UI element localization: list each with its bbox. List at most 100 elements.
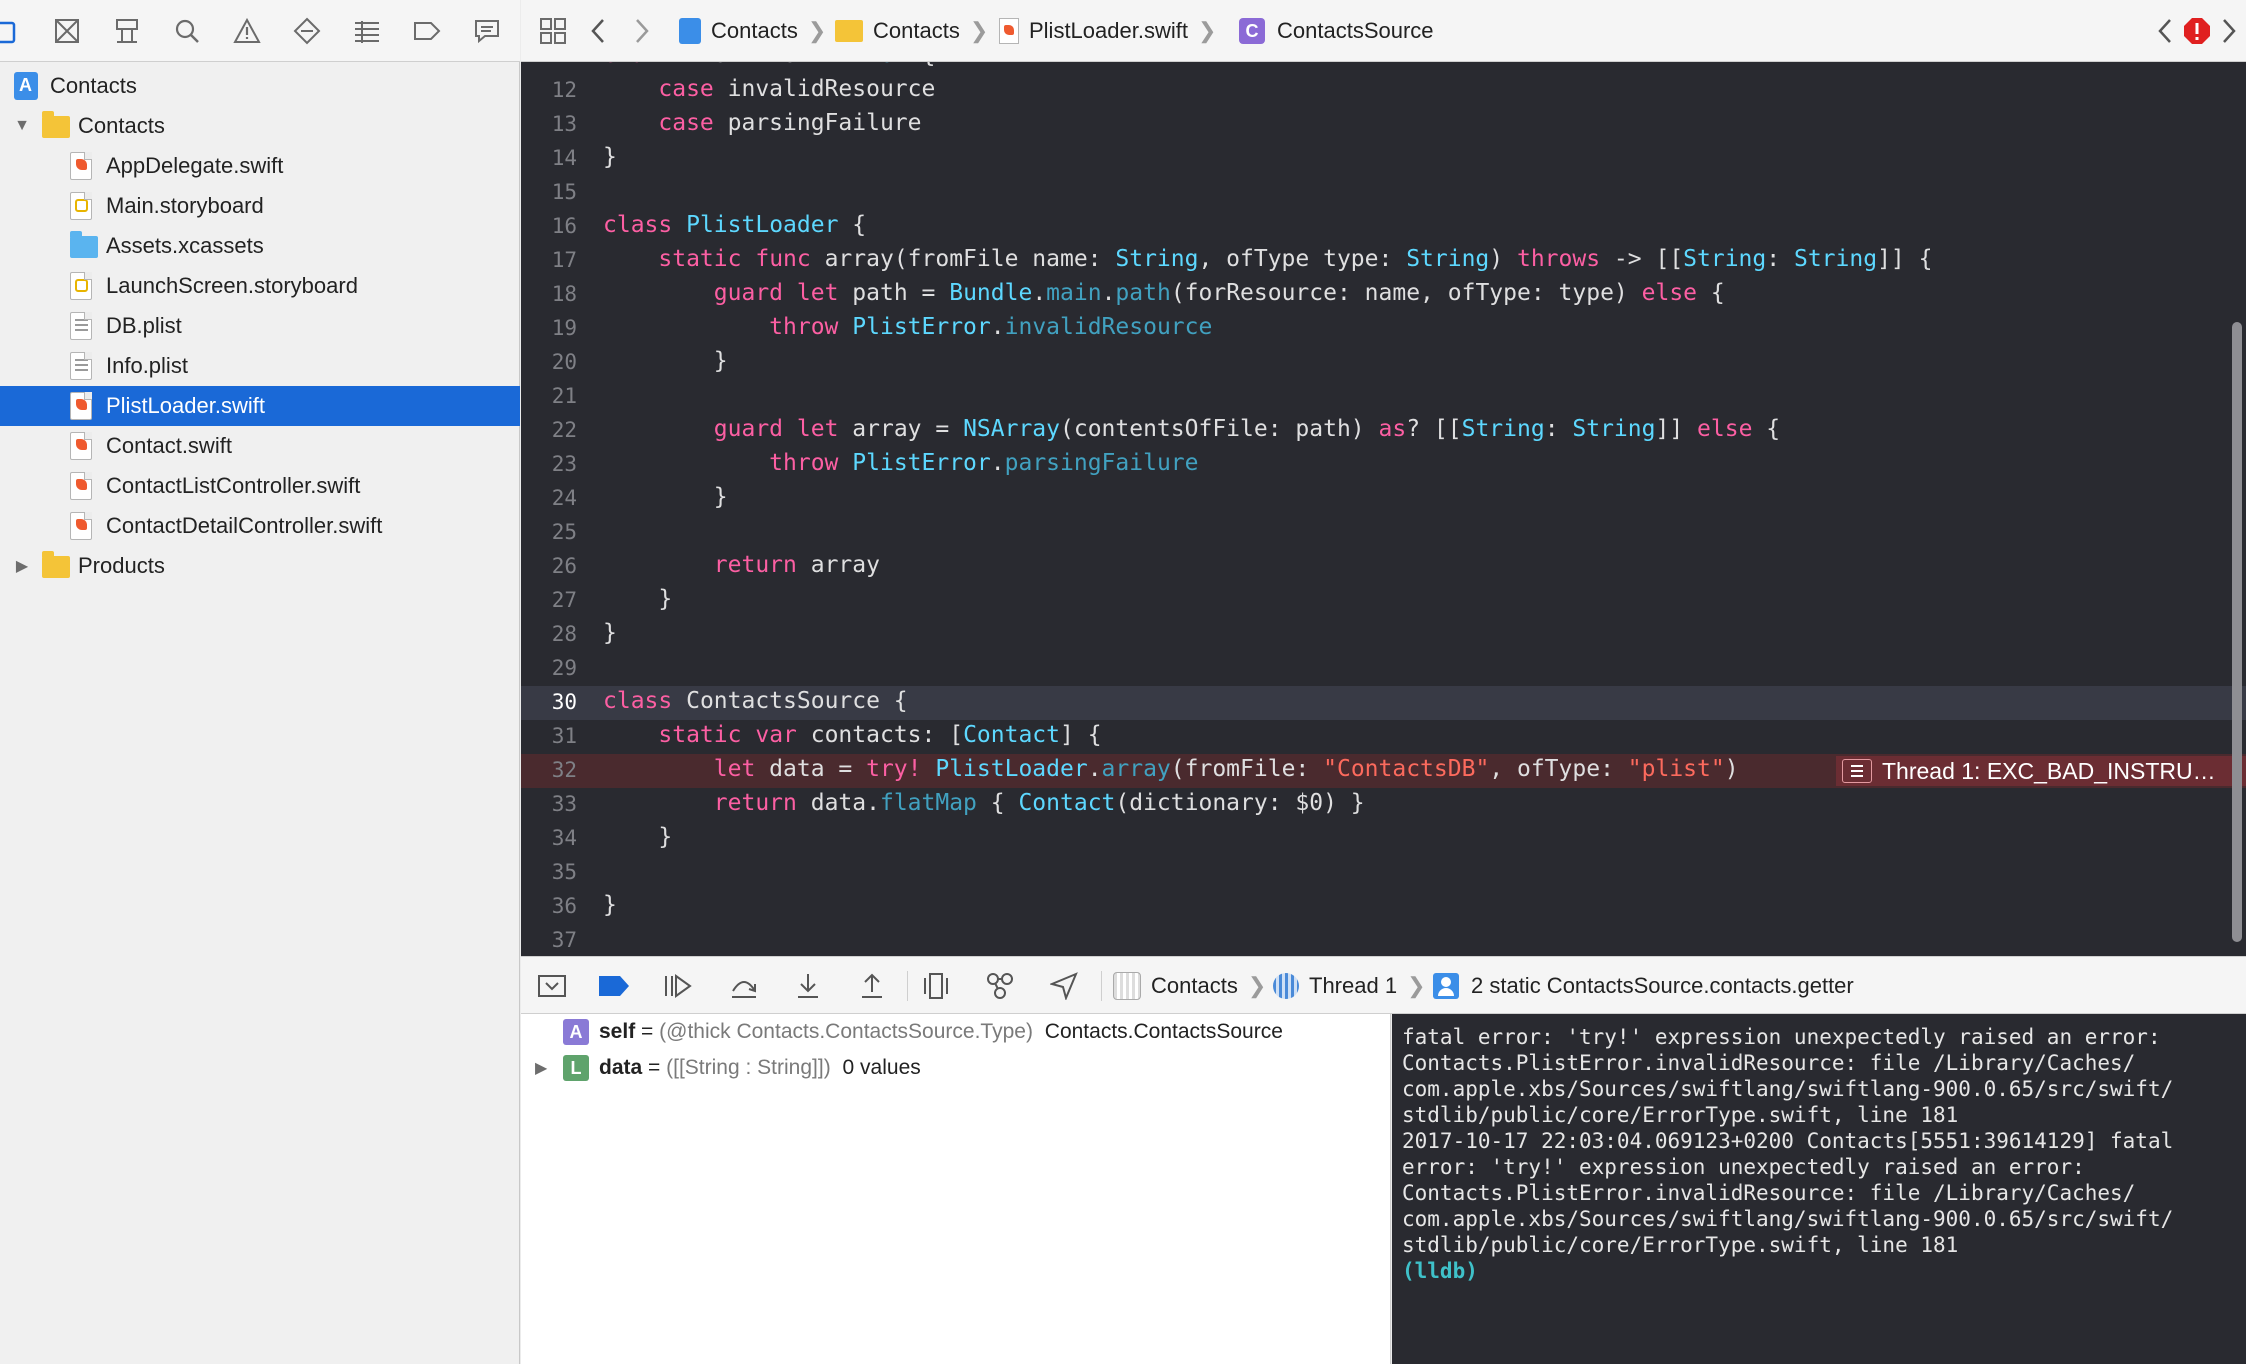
line-number[interactable]: 15	[521, 180, 577, 204]
line-number[interactable]: 18	[521, 282, 577, 306]
memory-graph-icon[interactable]	[983, 970, 1017, 1002]
tree-item[interactable]: LaunchScreen.storyboard	[0, 266, 520, 306]
line-number[interactable]: 36	[521, 894, 577, 918]
code-line[interactable]: 24 }	[521, 482, 2246, 516]
error-annotation[interactable]: Thread 1: EXC_BAD_INSTRU…	[1836, 756, 2246, 786]
forward-chevron-icon[interactable]	[633, 16, 651, 46]
lldb-prompt[interactable]: (lldb)	[1402, 1258, 2238, 1284]
previous-issue-chevron-icon[interactable]	[2157, 16, 2173, 46]
line-number[interactable]: 31	[521, 724, 577, 748]
code-line[interactable]: 15	[521, 176, 2246, 210]
line-number[interactable]: 25	[521, 520, 577, 544]
hide-debug-area-icon[interactable]	[535, 970, 569, 1002]
tree-item[interactable]: Assets.xcassets	[0, 226, 520, 266]
tree-item[interactable]: ▶ Products	[0, 546, 520, 586]
disclosure-closed-icon[interactable]: ▶	[14, 558, 30, 575]
debug-breadcrumb-process[interactable]: Contacts ❯	[1113, 970, 1266, 1002]
line-number[interactable]: 28	[521, 622, 577, 646]
tree-item[interactable]: Contact.swift	[0, 426, 520, 466]
breakpoint-icon[interactable]	[412, 16, 442, 46]
code-line[interactable]: 26 return array	[521, 550, 2246, 584]
report-icon[interactable]	[472, 16, 502, 46]
line-number[interactable]: 32	[521, 758, 577, 782]
tree-item[interactable]: ContactListController.swift	[0, 466, 520, 506]
error-indicator-icon[interactable]	[2183, 16, 2211, 46]
debug-breadcrumb-frame[interactable]: 2 static ContactsSource.contacts.getter	[1433, 970, 1854, 1002]
code-line[interactable]: 25	[521, 516, 2246, 550]
code-line[interactable]: 14}	[521, 142, 2246, 176]
code-line[interactable]: 23 throw PlistError.parsingFailure	[521, 448, 2246, 482]
line-number[interactable]: 37	[521, 928, 577, 952]
line-number[interactable]: 22	[521, 418, 577, 442]
breadcrumb-symbol[interactable]: C ContactsSource	[1239, 16, 1434, 46]
disclosure-triangle-icon[interactable]: ▶	[535, 1058, 547, 1078]
symbol-icon[interactable]	[112, 16, 142, 46]
disclosure-open-icon[interactable]: ▼	[14, 117, 30, 134]
test-icon[interactable]	[292, 16, 322, 46]
tree-item[interactable]: PlistLoader.swift	[0, 386, 520, 426]
code-line[interactable]: 28}	[521, 618, 2246, 652]
tree-item[interactable]: ▼ Contacts	[0, 106, 520, 146]
step-into-icon[interactable]	[791, 970, 825, 1002]
code-line[interactable]: 36}	[521, 890, 2246, 924]
code-line[interactable]: 30 class ContactsSource {	[521, 686, 2246, 720]
code-line[interactable]: 22 guard let array = NSArray(contentsOfF…	[521, 414, 2246, 448]
line-number[interactable]: 26	[521, 554, 577, 578]
debug-console[interactable]: fatal error: 'try!' expression unexpecte…	[1392, 1014, 2246, 1364]
code-line[interactable]: 20 }	[521, 346, 2246, 380]
code-line[interactable]: 18 guard let path = Bundle.main.path(for…	[521, 278, 2246, 312]
line-number[interactable]: 17	[521, 248, 577, 272]
source-editor[interactable]: enum PlistError: Error { 12 case invalid…	[521, 62, 2246, 956]
search-icon[interactable]	[172, 16, 202, 46]
tree-item[interactable]: ContactDetailController.swift	[0, 506, 520, 546]
disclosure-open-icon[interactable]: ▼	[0, 77, 2, 94]
line-number[interactable]: 33	[521, 792, 577, 816]
line-number[interactable]: 23	[521, 452, 577, 476]
code-line[interactable]: 33 return data.flatMap { Contact(diction…	[521, 788, 2246, 822]
line-number[interactable]: 12	[521, 78, 577, 102]
variable-row[interactable]: A self = (@thick Contacts.ContactsSource…	[521, 1014, 1391, 1050]
line-number[interactable]: 34	[521, 826, 577, 850]
code-line[interactable]: 27 }	[521, 584, 2246, 618]
breadcrumb-file[interactable]: PlistLoader.swift ❯	[999, 16, 1216, 46]
back-chevron-icon[interactable]	[589, 16, 607, 46]
breadcrumb-folder[interactable]: Contacts ❯	[835, 16, 988, 46]
line-number[interactable]: 20	[521, 350, 577, 374]
related-items-icon[interactable]	[539, 16, 567, 46]
folder-icon[interactable]	[0, 16, 16, 46]
line-number[interactable]: 16	[521, 214, 577, 238]
code-line[interactable]: 29	[521, 652, 2246, 686]
tree-item[interactable]: AppDelegate.swift	[0, 146, 520, 186]
next-issue-chevron-icon[interactable]	[2221, 16, 2237, 46]
line-number[interactable]: 27	[521, 588, 577, 612]
tree-item[interactable]: ▼ Contacts	[0, 66, 520, 106]
continue-icon[interactable]	[661, 970, 695, 1002]
line-number[interactable]: 30	[521, 690, 577, 714]
code-line[interactable]: 37	[521, 924, 2246, 956]
line-number[interactable]: 35	[521, 860, 577, 884]
step-over-icon[interactable]	[727, 970, 761, 1002]
code-line[interactable]: 17 static func array(fromFile name: Stri…	[521, 244, 2246, 278]
issue-warning-icon[interactable]	[232, 16, 262, 46]
code-line[interactable]: 16 class PlistLoader {	[521, 210, 2246, 244]
step-out-icon[interactable]	[855, 970, 889, 1002]
code-line[interactable]: 34 }	[521, 822, 2246, 856]
code-line[interactable]: 31 static var contacts: [Contact] {	[521, 720, 2246, 754]
debug-breadcrumb-thread[interactable]: Thread 1 ❯	[1273, 970, 1426, 1002]
view-hierarchy-icon[interactable]	[919, 970, 953, 1002]
line-number[interactable]: 19	[521, 316, 577, 340]
code-line[interactable]: 32 let data = try! PlistLoader.array(fro…	[521, 754, 2246, 788]
tree-item[interactable]: Info.plist	[0, 346, 520, 386]
variable-row[interactable]: ▶ L data = ([[String : String]]) 0 value…	[521, 1050, 1391, 1086]
simulate-location-icon[interactable]	[1047, 970, 1081, 1002]
debug-icon[interactable]	[352, 16, 382, 46]
breakpoints-toggle-icon[interactable]	[597, 970, 631, 1002]
code-line[interactable]: 19 throw PlistError.invalidResource	[521, 312, 2246, 346]
line-number[interactable]: 14	[521, 146, 577, 170]
line-number[interactable]: 29	[521, 656, 577, 680]
line-number[interactable]: 21	[521, 384, 577, 408]
code-line[interactable]: 13 case parsingFailure	[521, 108, 2246, 142]
source-control-icon[interactable]	[52, 16, 82, 46]
tree-item[interactable]: Main.storyboard	[0, 186, 520, 226]
code-line[interactable]: 12 case invalidResource	[521, 74, 2246, 108]
